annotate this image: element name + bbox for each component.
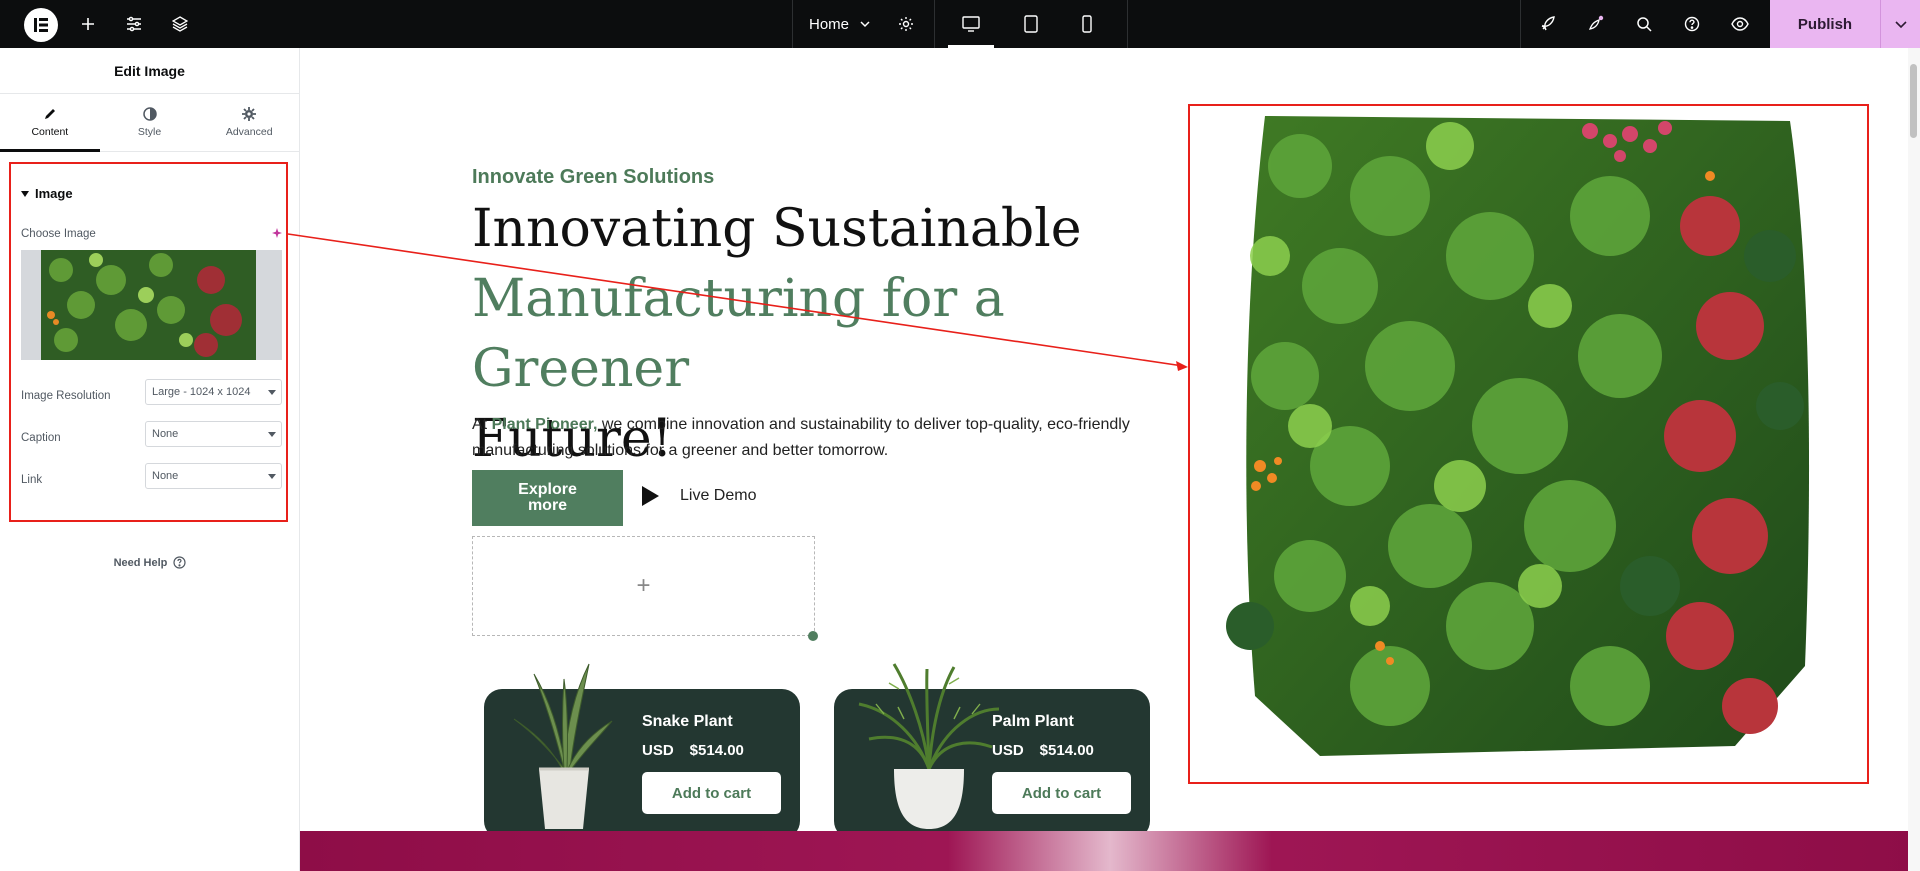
link-select[interactable]: None bbox=[145, 463, 282, 489]
chevron-down-icon bbox=[268, 474, 276, 479]
chevron-down-icon bbox=[860, 21, 870, 28]
image-resolution-select[interactable]: Large - 1024 x 1024 bbox=[145, 379, 282, 405]
selected-image-widget[interactable] bbox=[1188, 104, 1869, 784]
chevron-down-icon bbox=[268, 390, 276, 395]
product-name[interactable]: Palm Plant bbox=[992, 713, 1074, 731]
caret-down-icon bbox=[21, 190, 29, 197]
caption-value: None bbox=[152, 428, 179, 440]
ai-sparkle-icon[interactable] bbox=[272, 228, 283, 239]
live-demo-link[interactable]: Live Demo bbox=[640, 485, 756, 507]
editor-topbar: Home Publish bbox=[0, 0, 1920, 48]
hero-intro-text[interactable]: At Plant Pioneer, we combine innovation … bbox=[472, 412, 1152, 464]
help-icon[interactable] bbox=[1680, 0, 1704, 48]
tab-content[interactable]: Content bbox=[0, 94, 100, 152]
product-card: Snake Plant USD $514.00 Add to cart bbox=[484, 663, 800, 839]
tab-style[interactable]: Style bbox=[100, 94, 200, 151]
page-settings-gear-icon[interactable] bbox=[894, 0, 918, 48]
image-resolution-value: Large - 1024 x 1024 bbox=[152, 386, 251, 398]
help-circle-icon bbox=[173, 556, 186, 569]
empty-container-dropzone[interactable]: + bbox=[472, 536, 815, 636]
elementor-logo-icon[interactable] bbox=[24, 8, 58, 42]
next-section-banner[interactable] bbox=[300, 831, 1920, 871]
structure-layers-icon[interactable] bbox=[168, 0, 192, 48]
vertical-garden-image bbox=[1226, 116, 1810, 756]
snake-plant-image bbox=[513, 663, 613, 829]
topbar-divider bbox=[792, 0, 793, 48]
add-widget-plus-icon[interactable]: + bbox=[636, 572, 650, 600]
caption-label: Caption bbox=[21, 432, 61, 444]
panel-title: Edit Image bbox=[0, 48, 299, 94]
section-title: Image bbox=[35, 186, 73, 201]
chevron-down-icon bbox=[268, 432, 276, 437]
page-selector[interactable]: Home bbox=[809, 0, 871, 48]
canvas-scrollbar[interactable] bbox=[1908, 48, 1920, 871]
resize-handle[interactable] bbox=[808, 631, 818, 641]
product-card: Palm Plant USD $514.00 Add to cart bbox=[834, 663, 1150, 839]
image-section-toggle[interactable]: Image bbox=[21, 186, 73, 201]
product-price: USD $514.00 bbox=[992, 742, 1094, 759]
topbar-divider bbox=[934, 0, 935, 48]
intro-brand: Plant Pioneer, bbox=[491, 416, 598, 433]
palm-plant-image bbox=[858, 663, 1000, 829]
link-value: None bbox=[152, 470, 179, 482]
chevron-down-icon bbox=[1894, 21, 1907, 29]
price-currency: USD bbox=[642, 742, 674, 759]
gear-icon bbox=[242, 107, 257, 121]
tab-label: Advanced bbox=[225, 126, 273, 138]
desktop-view-icon[interactable] bbox=[948, 0, 994, 48]
site-settings-icon[interactable] bbox=[122, 0, 146, 48]
publish-button[interactable]: Publish bbox=[1770, 0, 1880, 48]
topbar-divider bbox=[1127, 0, 1128, 48]
need-help-label: Need Help bbox=[113, 556, 168, 569]
choose-image-label: Choose Image bbox=[21, 228, 96, 240]
rocket-icon[interactable] bbox=[1536, 0, 1560, 48]
topbar-divider bbox=[1520, 0, 1521, 48]
image-preview-thumbnail[interactable] bbox=[21, 250, 282, 360]
live-demo-label: Live Demo bbox=[680, 487, 757, 504]
notifications-sparkle-icon[interactable] bbox=[1584, 0, 1608, 48]
price-currency: USD bbox=[992, 742, 1024, 759]
pencil-icon bbox=[44, 109, 55, 119]
link-label: Link bbox=[21, 474, 43, 486]
headline-line-2: Manufacturing for a Greener bbox=[472, 269, 1005, 399]
tab-advanced[interactable]: Advanced bbox=[199, 94, 299, 151]
preview-eye-icon[interactable] bbox=[1728, 0, 1752, 48]
scrollbar-thumb[interactable] bbox=[1910, 64, 1917, 138]
publish-options-button[interactable] bbox=[1880, 0, 1920, 48]
price-amount: $514.00 bbox=[1039, 742, 1094, 759]
play-icon bbox=[642, 486, 659, 506]
caption-select[interactable]: None bbox=[145, 421, 282, 447]
product-name[interactable]: Snake Plant bbox=[642, 713, 733, 731]
contrast-icon bbox=[142, 107, 157, 121]
headline-line-1: Innovating Sustainable bbox=[472, 199, 1082, 259]
search-icon[interactable] bbox=[1632, 0, 1656, 48]
panel-tabs: Content Style Advanced bbox=[0, 94, 299, 152]
tablet-view-icon[interactable] bbox=[1008, 0, 1054, 48]
edit-panel: Edit Image Content Style Advanced Image … bbox=[0, 48, 300, 871]
image-section-highlight: Image Choose Image Image Resolution Larg… bbox=[9, 162, 288, 522]
tab-label: Style bbox=[137, 126, 162, 138]
add-element-icon[interactable] bbox=[76, 0, 100, 48]
hero-eyebrow[interactable]: Innovate Green Solutions bbox=[472, 166, 714, 189]
price-amount: $514.00 bbox=[689, 742, 744, 759]
intro-prefix: At bbox=[472, 416, 488, 433]
page-name: Home bbox=[809, 15, 850, 33]
mobile-view-icon[interactable] bbox=[1064, 0, 1110, 48]
add-to-cart-button[interactable]: Add to cart bbox=[992, 772, 1131, 814]
explore-more-button[interactable]: Explore more bbox=[472, 470, 623, 526]
image-resolution-label: Image Resolution bbox=[21, 390, 111, 402]
tab-label: Content bbox=[31, 126, 69, 138]
need-help-link[interactable]: Need Help bbox=[0, 556, 300, 569]
product-price: USD $514.00 bbox=[642, 742, 744, 759]
add-to-cart-button[interactable]: Add to cart bbox=[642, 772, 781, 814]
editor-canvas: Innovate Green Solutions Innovating Sust… bbox=[300, 48, 1920, 871]
